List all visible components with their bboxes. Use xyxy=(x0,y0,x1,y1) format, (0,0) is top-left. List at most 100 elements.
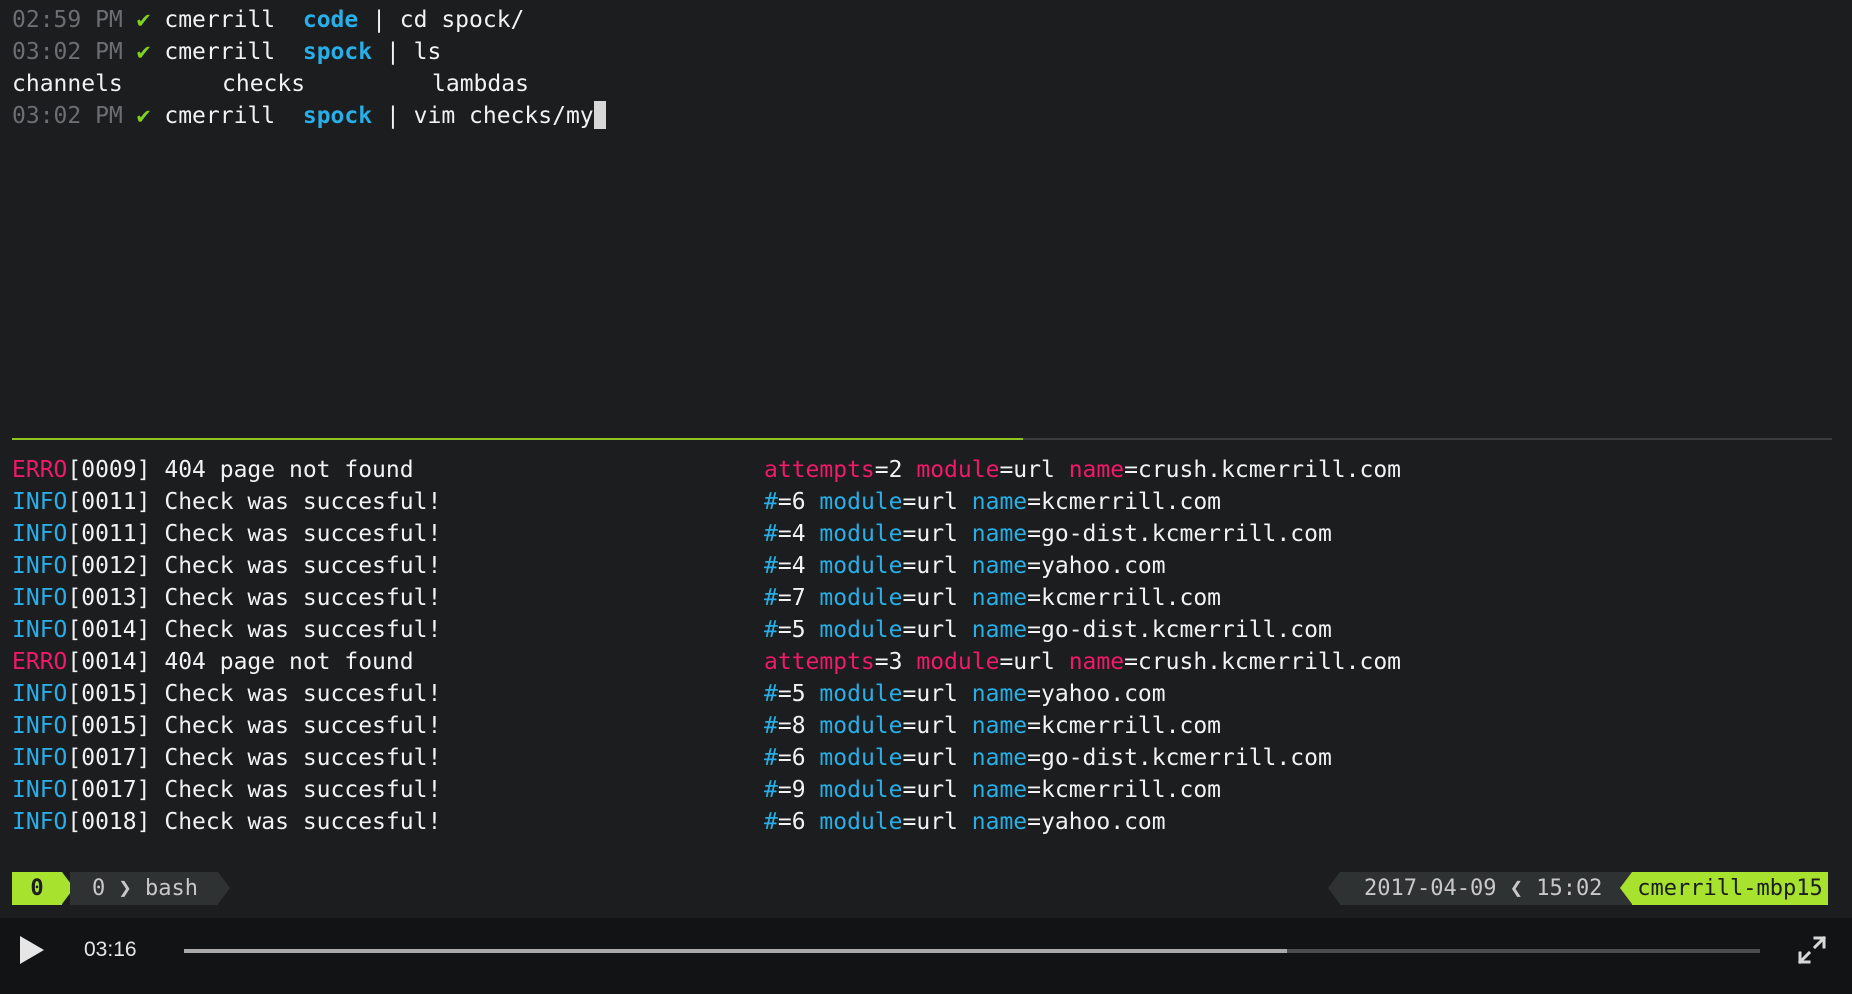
log-text: Check was succesful! xyxy=(164,585,442,611)
log-field-key: module xyxy=(916,457,1000,483)
progress-bar[interactable] xyxy=(184,949,1760,953)
log-field-key: name xyxy=(971,681,1028,707)
ls-item-checks: checks xyxy=(222,71,306,97)
log-field-key: name xyxy=(1068,649,1125,675)
text-cursor xyxy=(593,101,606,129)
log-message: INFO[0015] Check was succesful! xyxy=(12,710,441,742)
log-field-value: =url xyxy=(999,457,1055,483)
log-field-value: =3 xyxy=(874,649,903,675)
log-fields: #=7 module=url name=kcmerrill.com xyxy=(764,582,1221,614)
session-index[interactable]: 0 xyxy=(12,872,62,905)
powerline-arrow xyxy=(1328,872,1340,904)
log-seq: [0011] xyxy=(67,521,151,547)
log-field-key: module xyxy=(819,681,903,707)
log-level: ERRO xyxy=(12,457,68,483)
log-field-key: name xyxy=(971,489,1028,515)
log-pane[interactable]: ERRO[0009] 404 page not found attempts=2 … xyxy=(12,454,1832,854)
log-field-key: module xyxy=(819,777,903,803)
log-line: INFO[0014] Check was succesful! #=5 modul… xyxy=(12,614,1832,646)
log-fields: attempts=3 module=url name=crush.kcmerri… xyxy=(764,646,1401,678)
prompt-line-active[interactable]: 03:02 PM ✔ cmerrill spock | vim checks/m… xyxy=(12,100,1832,132)
log-field-key: module xyxy=(916,649,1000,675)
log-field-key: # xyxy=(764,777,778,803)
prompt-dir: spock xyxy=(302,103,373,129)
log-seq: [0009] xyxy=(67,457,151,483)
log-line: INFO[0012] Check was succesful! #=4 modul… xyxy=(12,550,1832,582)
log-seq: [0014] xyxy=(67,649,151,675)
playback-controls: 03:16 xyxy=(0,918,1852,984)
log-field-value: =4 xyxy=(777,553,806,579)
status-date: 2017-04-09 xyxy=(1364,876,1497,901)
log-fields: #=4 module=url name=yahoo.com xyxy=(764,550,1166,582)
log-field-key: module xyxy=(819,617,903,643)
log-level: INFO xyxy=(12,681,68,707)
log-field-value: =kcmerrill.com xyxy=(1027,585,1222,611)
log-field-value: =go-dist.kcmerrill.com xyxy=(1027,521,1332,547)
log-field-value: =kcmerrill.com xyxy=(1027,489,1222,515)
prompt-time: 03:02 PM xyxy=(12,103,123,129)
log-field-key: module xyxy=(819,809,903,835)
log-field-value: =8 xyxy=(777,713,806,739)
log-seq: [0014] xyxy=(67,617,151,643)
window-name: bash xyxy=(145,876,198,901)
prompt-dir: code xyxy=(302,7,359,33)
log-text: Check was succesful! xyxy=(164,777,442,803)
check-icon: ✔ xyxy=(136,7,151,33)
play-icon[interactable] xyxy=(20,936,44,964)
log-field-key: module xyxy=(819,521,903,547)
log-field-key: # xyxy=(764,809,778,835)
command-input[interactable]: vim checks/my xyxy=(414,103,594,129)
log-field-key: name xyxy=(971,585,1028,611)
log-field-key: module xyxy=(819,713,903,739)
log-field-key: attempts xyxy=(764,649,875,675)
log-fields: #=6 module=url name=yahoo.com xyxy=(764,806,1166,838)
log-field-key: name xyxy=(971,617,1028,643)
log-field-value: =url xyxy=(902,713,958,739)
log-field-value: =url xyxy=(902,745,958,771)
log-text: Check was succesful! xyxy=(164,553,442,579)
log-field-value: =yahoo.com xyxy=(1027,681,1166,707)
log-level: INFO xyxy=(12,777,68,803)
log-field-key: # xyxy=(764,553,778,579)
log-fields: #=9 module=url name=kcmerrill.com xyxy=(764,774,1221,806)
fullscreen-icon[interactable] xyxy=(1796,934,1828,966)
window-tab-bash[interactable]: 0 ❯ bash xyxy=(70,872,218,905)
log-field-key: module xyxy=(819,489,903,515)
log-fields: #=5 module=url name=yahoo.com xyxy=(764,678,1166,710)
log-line: INFO[0015] Check was succesful! #=5 modul… xyxy=(12,678,1832,710)
terminal-window[interactable]: 02:59 PM ✔ cmerrill code | cd spock/ 03:… xyxy=(0,0,1852,918)
prompt-dir: spock xyxy=(302,39,373,65)
log-field-value: =6 xyxy=(777,745,806,771)
pane-divider-active xyxy=(12,438,1023,440)
log-seq: [0015] xyxy=(67,713,151,739)
prompt-time: 03:02 PM xyxy=(12,39,123,65)
log-line: ERRO[0014] 404 page not found attempts=3 … xyxy=(12,646,1832,678)
log-field-key: name xyxy=(971,521,1028,547)
log-fields: #=8 module=url name=kcmerrill.com xyxy=(764,710,1221,742)
log-field-key: # xyxy=(764,681,778,707)
log-message: INFO[0017] Check was succesful! xyxy=(12,742,441,774)
log-message: INFO[0015] Check was succesful! xyxy=(12,678,441,710)
log-line: INFO[0011] Check was succesful! #=6 modul… xyxy=(12,486,1832,518)
log-field-key: name xyxy=(971,553,1028,579)
ls-item-channels: channels xyxy=(12,71,123,97)
shell-pane[interactable]: 02:59 PM ✔ cmerrill code | cd spock/ 03:… xyxy=(12,4,1832,434)
log-level: INFO xyxy=(12,521,68,547)
log-field-key: # xyxy=(764,585,778,611)
log-field-value: =kcmerrill.com xyxy=(1027,713,1222,739)
chevron-right-icon: ❯ xyxy=(118,876,132,901)
log-seq: [0011] xyxy=(67,489,151,515)
log-field-value: =kcmerrill.com xyxy=(1027,777,1222,803)
log-message: ERRO[0009] 404 page not found xyxy=(12,454,414,486)
progress-fill xyxy=(184,949,1288,953)
log-field-key: # xyxy=(764,489,778,515)
log-field-value: =url xyxy=(902,521,958,547)
log-text: Check was succesful! xyxy=(164,713,442,739)
log-text: Check was succesful! xyxy=(164,617,442,643)
log-seq: [0013] xyxy=(67,585,151,611)
log-field-value: =yahoo.com xyxy=(1027,809,1166,835)
log-line: INFO[0013] Check was succesful! #=7 modul… xyxy=(12,582,1832,614)
log-field-value: =6 xyxy=(777,809,806,835)
log-line: INFO[0011] Check was succesful! #=4 modul… xyxy=(12,518,1832,550)
log-field-key: # xyxy=(764,713,778,739)
